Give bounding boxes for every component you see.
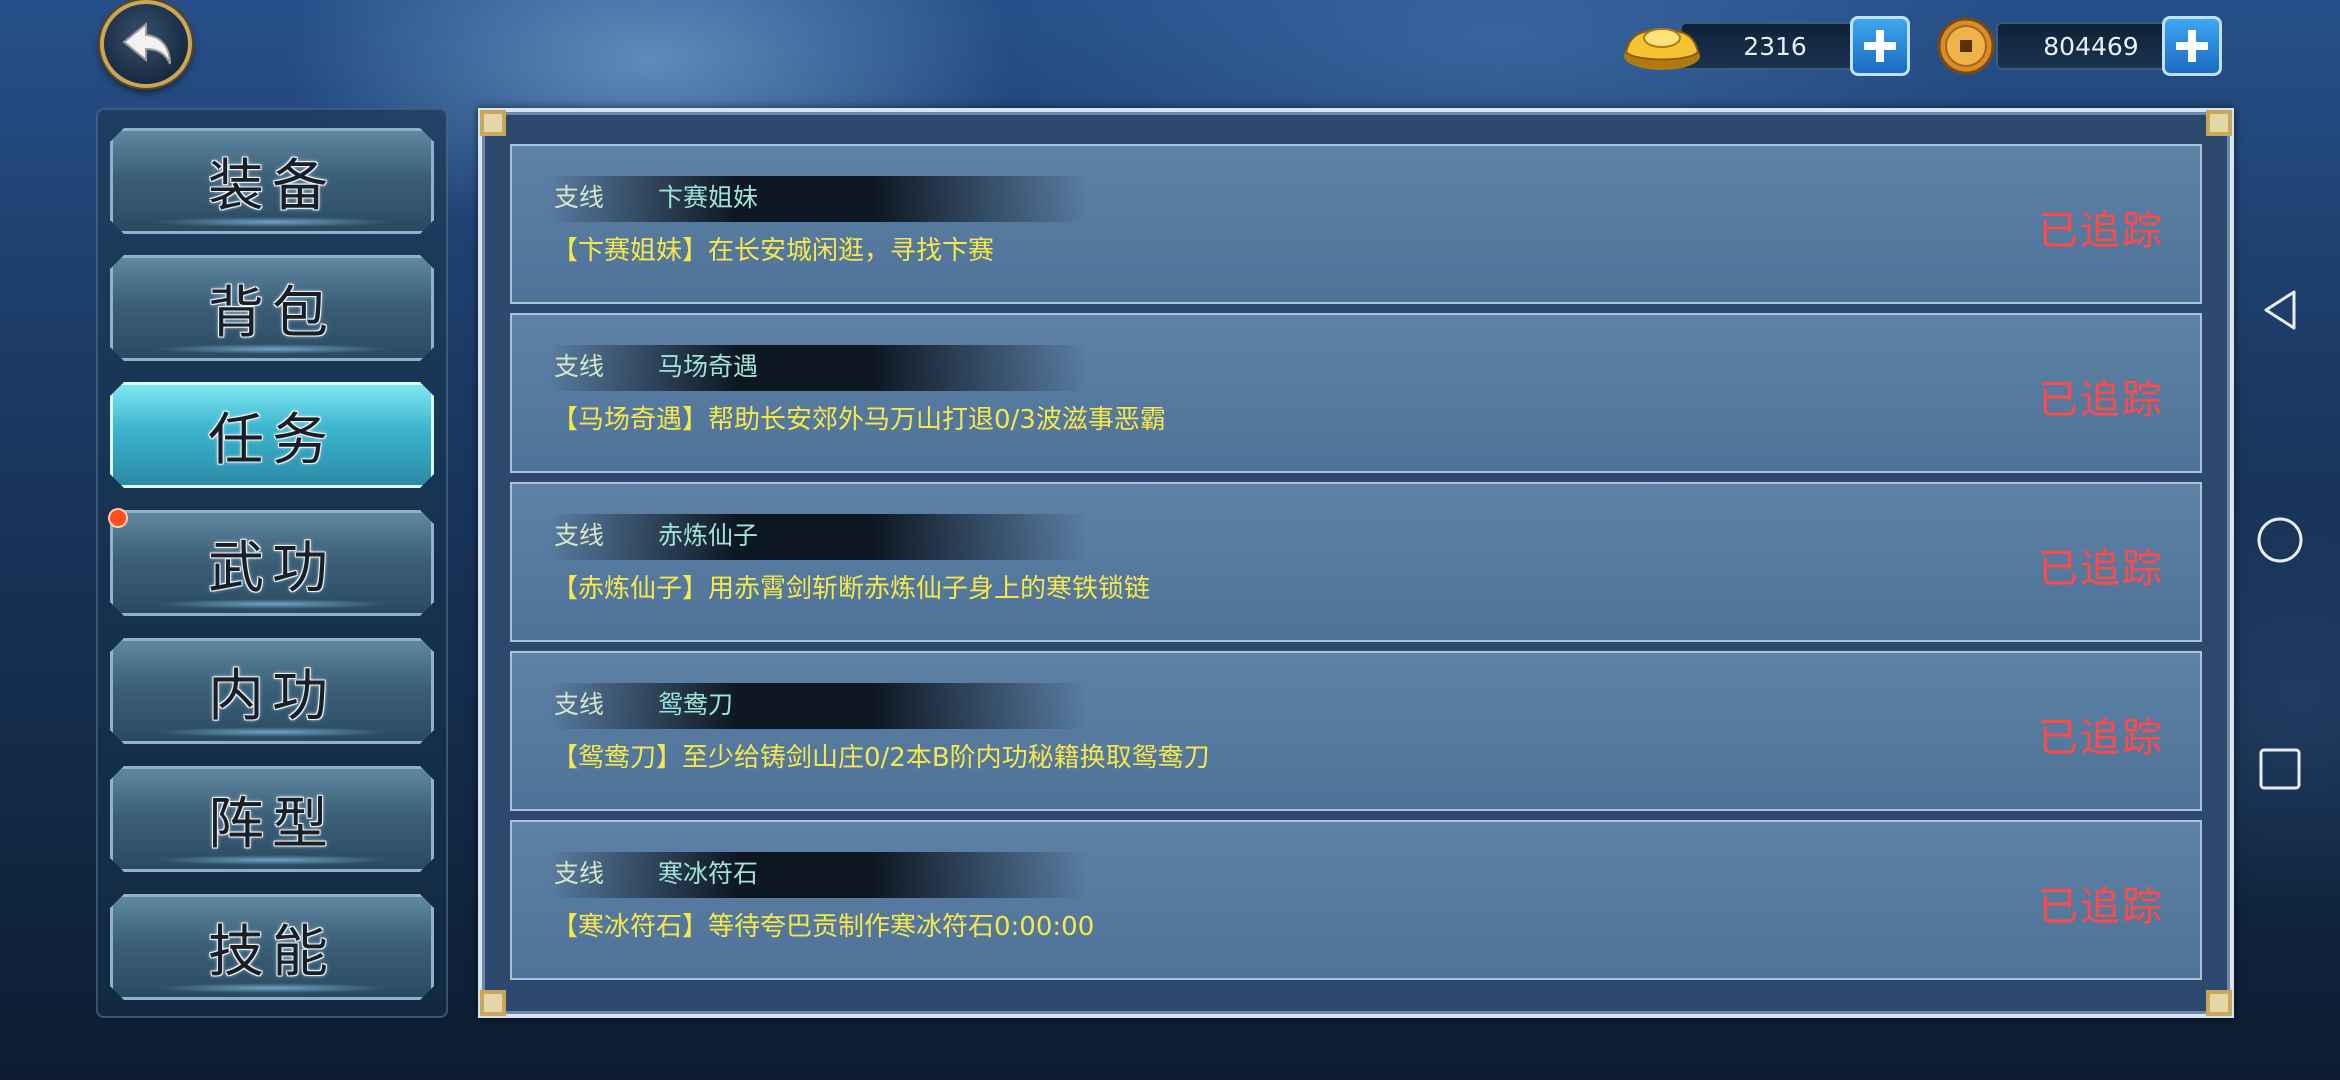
menu-item-label: 背包 (208, 280, 336, 346)
task-name: 马场奇遇 (658, 352, 759, 381)
menu-item-label: 内功 (208, 663, 336, 729)
task-type: 支线 (554, 521, 605, 550)
menu-item-inner-power[interactable]: 内功 (110, 638, 434, 744)
task-type: 支线 (554, 690, 605, 719)
menu-item-skills[interactable]: 技能 (110, 894, 434, 1000)
add-gold-button[interactable] (1850, 16, 1910, 76)
task-row[interactable]: 支线 卞赛姐妹 【卞赛姐妹】在长安城闲逛，寻找卞赛 已追踪 (510, 144, 2202, 304)
plus-icon (2176, 30, 2208, 62)
menu-item-label: 装备 (208, 153, 336, 219)
panel-corner-ornament (480, 990, 506, 1016)
task-name: 寒冰符石 (658, 859, 759, 888)
task-row[interactable]: 支线 寒冰符石 【寒冰符石】等待夸巴贡制作寒冰符石0:00:00 已追踪 (510, 820, 2202, 980)
menu-item-tasks[interactable]: 任务 (110, 382, 434, 488)
panel-corner-ornament (2206, 990, 2232, 1016)
task-type: 支线 (554, 352, 605, 381)
task-row[interactable]: 支线 马场奇遇 【马场奇遇】帮助长安郊外马万山打退0/3波滋事恶霸 已追踪 (510, 313, 2202, 473)
gold-ingot-icon (1620, 16, 1704, 80)
menu-item-martial-arts[interactable]: 武功 (110, 510, 434, 616)
back-button[interactable] (100, 0, 192, 88)
task-name: 赤炼仙子 (658, 521, 759, 550)
task-description: 【卞赛姐妹】在长安城闲逛，寻找卞赛 (552, 236, 995, 266)
task-tracked-status[interactable]: 已追踪 (2038, 198, 2164, 256)
menu-item-label: 武功 (208, 535, 336, 601)
copper-coin-currency: 804469 (1936, 16, 2226, 76)
task-description: 【寒冰符石】等待夸巴贡制作寒冰符石0:00:00 (552, 912, 1095, 942)
menu-item-bag[interactable]: 背包 (110, 255, 434, 361)
gold-ingot-currency: 2316 (1620, 16, 1910, 76)
task-name: 鸳鸯刀 (658, 690, 734, 719)
task-tracked-status[interactable]: 已追踪 (2038, 705, 2164, 763)
gold-ingot-amount: 2316 (1680, 22, 1870, 70)
task-type: 支线 (554, 859, 605, 888)
task-row[interactable]: 支线 赤炼仙子 【赤炼仙子】用赤霄剑斩断赤炼仙子身上的寒铁锁链 已追踪 (510, 482, 2202, 642)
nav-recents-icon[interactable] (2256, 745, 2304, 793)
panel-corner-ornament (480, 110, 506, 136)
task-description: 【马场奇遇】帮助长安郊外马万山打退0/3波滋事恶霸 (552, 405, 1166, 435)
game-screen: 2316 804469 装备 背包 任务 武功 内功 阵型 技能 支线 卞赛姐妹… (0, 0, 2340, 1080)
task-description: 【鸳鸯刀】至少给铸剑山庄0/2本B阶内功秘籍换取鸳鸯刀 (552, 743, 1210, 773)
menu-item-label: 任务 (208, 407, 336, 473)
add-coin-button[interactable] (2162, 16, 2222, 76)
notification-badge (108, 508, 128, 528)
panel-corner-ornament (2206, 110, 2232, 136)
menu-item-label: 阵型 (208, 791, 336, 857)
menu-item-equipment[interactable]: 装备 (110, 128, 434, 234)
back-arrow-icon (122, 21, 171, 65)
copper-coin-icon (1936, 16, 1996, 80)
nav-back-icon[interactable] (2256, 286, 2304, 334)
task-description: 【赤炼仙子】用赤霄剑斩断赤炼仙子身上的寒铁锁链 (552, 574, 1151, 604)
nav-home-icon[interactable] (2256, 516, 2304, 564)
menu-item-label: 技能 (208, 919, 336, 985)
menu-item-formation[interactable]: 阵型 (110, 766, 434, 872)
plus-icon (1864, 30, 1896, 62)
task-type: 支线 (554, 183, 605, 212)
task-tracked-status[interactable]: 已追踪 (2038, 367, 2164, 425)
task-tracked-status[interactable]: 已追踪 (2038, 536, 2164, 594)
task-name: 卞赛姐妹 (658, 183, 759, 212)
task-tracked-status[interactable]: 已追踪 (2038, 874, 2164, 932)
task-row[interactable]: 支线 鸳鸯刀 【鸳鸯刀】至少给铸剑山庄0/2本B阶内功秘籍换取鸳鸯刀 已追踪 (510, 651, 2202, 811)
copper-coin-amount: 804469 (1996, 22, 2186, 70)
